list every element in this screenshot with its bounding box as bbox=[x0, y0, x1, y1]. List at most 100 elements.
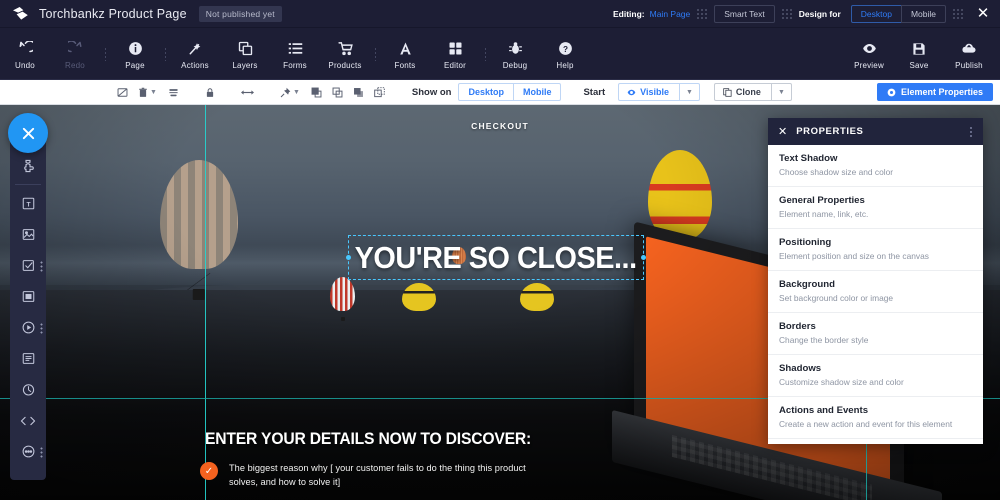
balloon-envelope bbox=[520, 283, 554, 312]
rail-item-form-more-icon[interactable] bbox=[40, 260, 43, 271]
rail-item-form[interactable] bbox=[10, 250, 46, 281]
property-item-shadows[interactable]: Shadows Customize shadow size and color bbox=[768, 355, 983, 397]
toolbar-item-actions[interactable]: Actions bbox=[170, 38, 220, 70]
group-icon[interactable] bbox=[348, 80, 369, 105]
subheadline-text[interactable]: ENTER YOUR DETAILS NOW TO DISCOVER: bbox=[205, 430, 531, 449]
cloud-upload-icon bbox=[961, 41, 977, 57]
device-desktop-button[interactable]: Desktop bbox=[850, 4, 902, 23]
floppy-disk-icon bbox=[912, 41, 926, 57]
start-dropdown-caret-icon[interactable]: ▼ bbox=[679, 83, 700, 101]
close-icon[interactable]: ✕ bbox=[778, 125, 787, 138]
toolbar-item-fonts[interactable]: Fonts bbox=[380, 38, 430, 70]
property-title: Actions and Events bbox=[779, 405, 869, 416]
cart-icon bbox=[337, 41, 353, 57]
toolbar-item-debug[interactable]: Debug bbox=[490, 38, 540, 70]
property-item-general-properties[interactable]: General Properties Element name, link, e… bbox=[768, 187, 983, 229]
property-desc: Set background color or image bbox=[779, 293, 894, 303]
toolbar-label-actions: Actions bbox=[181, 60, 209, 70]
toolbar-item-redo[interactable]: Redo bbox=[50, 38, 100, 70]
properties-panel-drag-handle[interactable] bbox=[969, 125, 973, 138]
property-desc: Element position and size on the canvas bbox=[779, 251, 929, 261]
lock-icon[interactable] bbox=[200, 80, 220, 105]
toolbar-item-undo[interactable]: Undo bbox=[0, 38, 50, 70]
puzzle-piece-icon bbox=[24, 159, 34, 172]
property-title: Shadows bbox=[779, 363, 822, 374]
page-title: Torchbankz Product Page bbox=[39, 6, 187, 21]
toolbar-item-publish[interactable]: Publish bbox=[944, 38, 994, 70]
check-circle-icon: ✓ bbox=[200, 462, 218, 480]
eye-icon bbox=[862, 41, 877, 57]
show-on-desktop-button[interactable]: Desktop bbox=[458, 83, 514, 101]
list-item[interactable]: ✓ The biggest reason why [ your customer… bbox=[200, 461, 530, 490]
pin-dropdown-caret-icon[interactable]: ▼ bbox=[293, 89, 306, 96]
list-icon bbox=[288, 41, 303, 57]
rail-close-button[interactable] bbox=[8, 113, 48, 153]
drag-handle-dots-1[interactable] bbox=[697, 6, 708, 21]
rail-item-list-block[interactable] bbox=[10, 343, 46, 374]
rail-item-video[interactable] bbox=[10, 312, 46, 343]
start-visibility-dropdown[interactable]: Visible ▼ bbox=[618, 83, 700, 101]
hide-image-icon[interactable] bbox=[112, 80, 133, 105]
clone-button[interactable]: Clone bbox=[713, 83, 772, 101]
close-icon[interactable]: ✕ bbox=[974, 6, 992, 21]
toolbar-item-layers[interactable]: Layers bbox=[220, 38, 270, 70]
drag-handle-dots-2[interactable] bbox=[781, 6, 792, 21]
clone-dropdown-caret-icon[interactable]: ▼ bbox=[771, 83, 792, 101]
show-on-mobile-button[interactable]: Mobile bbox=[512, 83, 562, 101]
clone-label: Clone bbox=[735, 87, 761, 97]
property-item-actions-and-events[interactable]: Actions and Events Create a new action a… bbox=[768, 397, 983, 439]
toolbar-item-forms[interactable]: Forms bbox=[270, 38, 320, 70]
rail-item-image[interactable] bbox=[10, 219, 46, 250]
resize-handle-left[interactable] bbox=[346, 255, 351, 260]
editing-main-page-link[interactable]: Main Page bbox=[650, 9, 691, 19]
property-item-text-shadow[interactable]: Text Shadow Choose shadow size and color bbox=[768, 145, 983, 187]
send-backward-icon[interactable] bbox=[327, 80, 348, 105]
property-desc: Change the border style bbox=[779, 335, 869, 345]
toolbar-item-products[interactable]: Products bbox=[320, 38, 370, 70]
drag-handle-dots-3[interactable] bbox=[953, 6, 963, 21]
code-icon bbox=[20, 416, 36, 425]
bring-forward-icon[interactable] bbox=[306, 80, 327, 105]
clone-dropdown[interactable]: Clone ▼ bbox=[713, 83, 792, 101]
toolbar-item-editor[interactable]: Editor bbox=[430, 38, 480, 70]
ungroup-icon[interactable] bbox=[369, 80, 390, 105]
balloon-image-small-yellow-1 bbox=[402, 283, 436, 319]
question-icon: ? bbox=[558, 41, 573, 57]
toolbar-item-preview[interactable]: Preview bbox=[844, 38, 894, 70]
page-builder-app: Torchbankz Product Page Not published ye… bbox=[0, 0, 1000, 500]
align-icon[interactable] bbox=[163, 80, 184, 105]
rail-item-video-more-icon[interactable] bbox=[40, 322, 43, 333]
grid-icon bbox=[448, 41, 463, 57]
smart-text-button[interactable]: Smart Text bbox=[714, 4, 775, 23]
rail-item-code[interactable] bbox=[10, 405, 46, 436]
toolbar-label-editor: Editor bbox=[443, 60, 467, 70]
rail-item-more-kebab-icon[interactable] bbox=[40, 446, 43, 457]
resize-handle-right[interactable] bbox=[641, 255, 646, 260]
trash-dropdown-caret-icon[interactable]: ▼ bbox=[150, 89, 163, 96]
property-item-positioning[interactable]: Positioning Element position and size on… bbox=[768, 229, 983, 271]
element-properties-button[interactable]: Element Properties bbox=[876, 83, 993, 101]
property-item-borders[interactable]: Borders Change the border style bbox=[768, 313, 983, 355]
device-mobile-button[interactable]: Mobile bbox=[900, 4, 946, 23]
layers-icon bbox=[238, 41, 253, 57]
image-icon bbox=[22, 229, 34, 240]
start-visible-label: Visible bbox=[640, 87, 669, 97]
close-icon bbox=[22, 127, 34, 139]
headline-text: YOU'RE SO CLOSE... bbox=[354, 239, 638, 275]
resize-width-icon[interactable] bbox=[236, 80, 259, 105]
property-item-background[interactable]: Background Set background color or image bbox=[768, 271, 983, 313]
torchbankz-logo-icon[interactable] bbox=[7, 0, 33, 28]
property-desc: Choose shadow size and color bbox=[779, 167, 894, 177]
magic-wand-icon bbox=[188, 41, 203, 57]
rail-item-timer[interactable] bbox=[10, 374, 46, 405]
headline-element-selection[interactable]: YOU'RE SO CLOSE... bbox=[346, 235, 646, 280]
start-visible-value[interactable]: Visible bbox=[618, 83, 680, 101]
toolbar-item-save[interactable]: Save bbox=[894, 38, 944, 70]
rail-item-puzzle[interactable] bbox=[10, 150, 46, 181]
toolbar-item-page[interactable]: Page bbox=[110, 38, 160, 70]
rail-item-button[interactable] bbox=[10, 281, 46, 312]
rail-item-more[interactable] bbox=[10, 436, 46, 467]
rail-item-text[interactable]: T bbox=[10, 188, 46, 219]
toolbar-item-help[interactable]: ? Help bbox=[540, 38, 590, 70]
start-label: Start bbox=[583, 86, 606, 98]
